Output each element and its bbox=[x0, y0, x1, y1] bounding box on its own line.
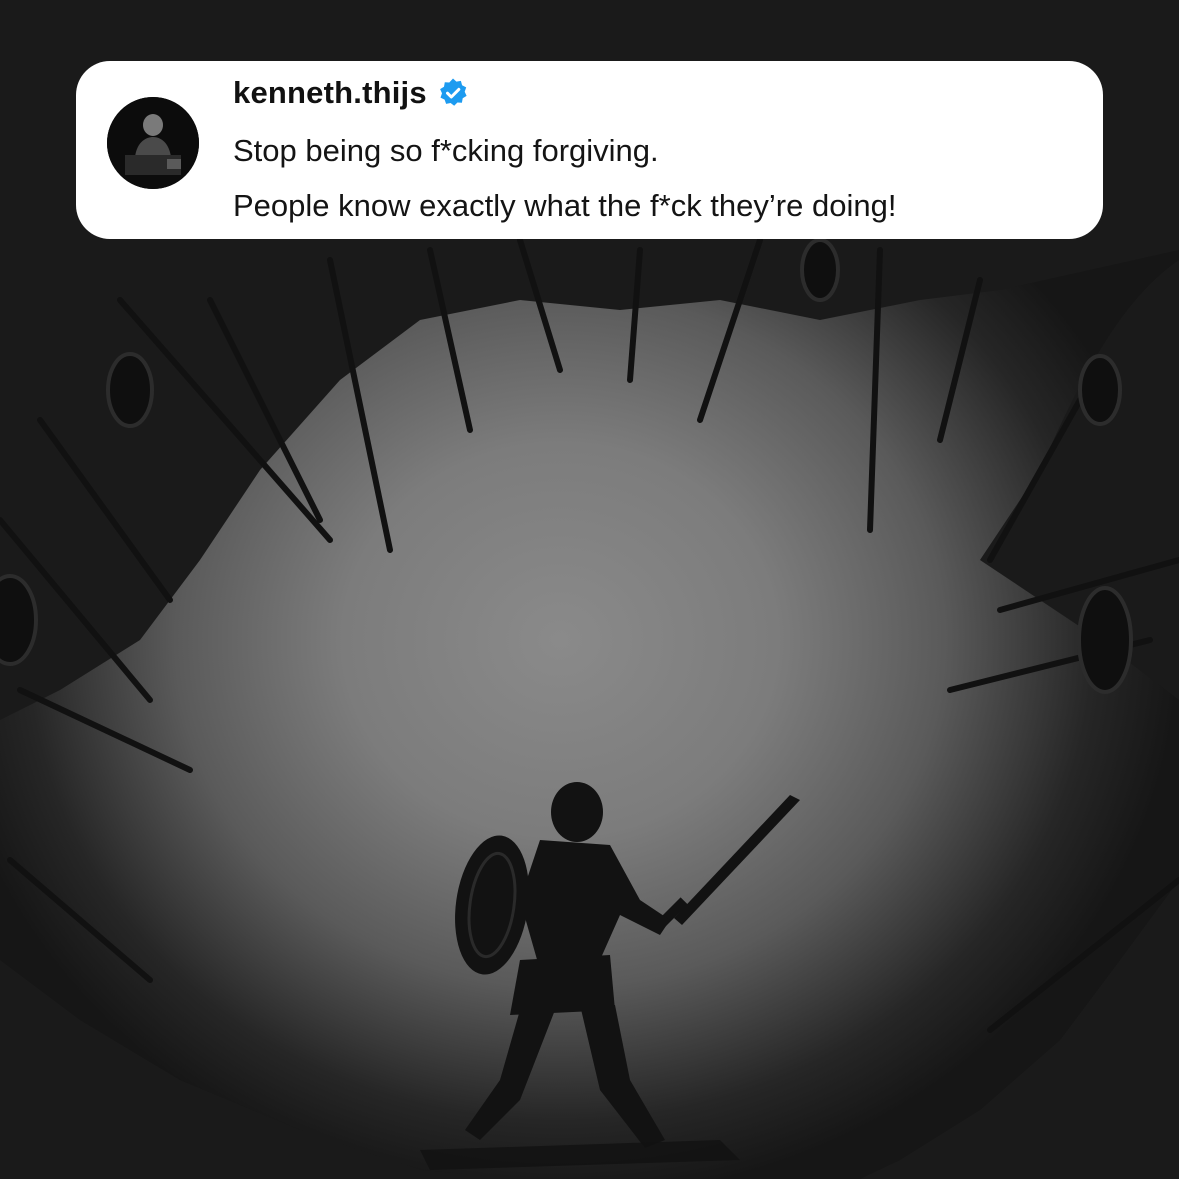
post-image: kenneth.thijs Stop being so f*cking forg… bbox=[0, 0, 1179, 1179]
comment-text-line-1: Stop being so f*cking forgiving. bbox=[233, 133, 659, 168]
comment-text-line-2: People know exactly what the f*ck they’r… bbox=[233, 188, 897, 223]
profile-avatar[interactable] bbox=[107, 97, 199, 189]
comment-header: kenneth.thijs bbox=[233, 73, 469, 113]
username[interactable]: kenneth.thijs bbox=[233, 75, 427, 111]
comment-card: kenneth.thijs Stop being so f*cking forg… bbox=[76, 61, 1103, 239]
verified-badge-icon bbox=[437, 77, 469, 109]
